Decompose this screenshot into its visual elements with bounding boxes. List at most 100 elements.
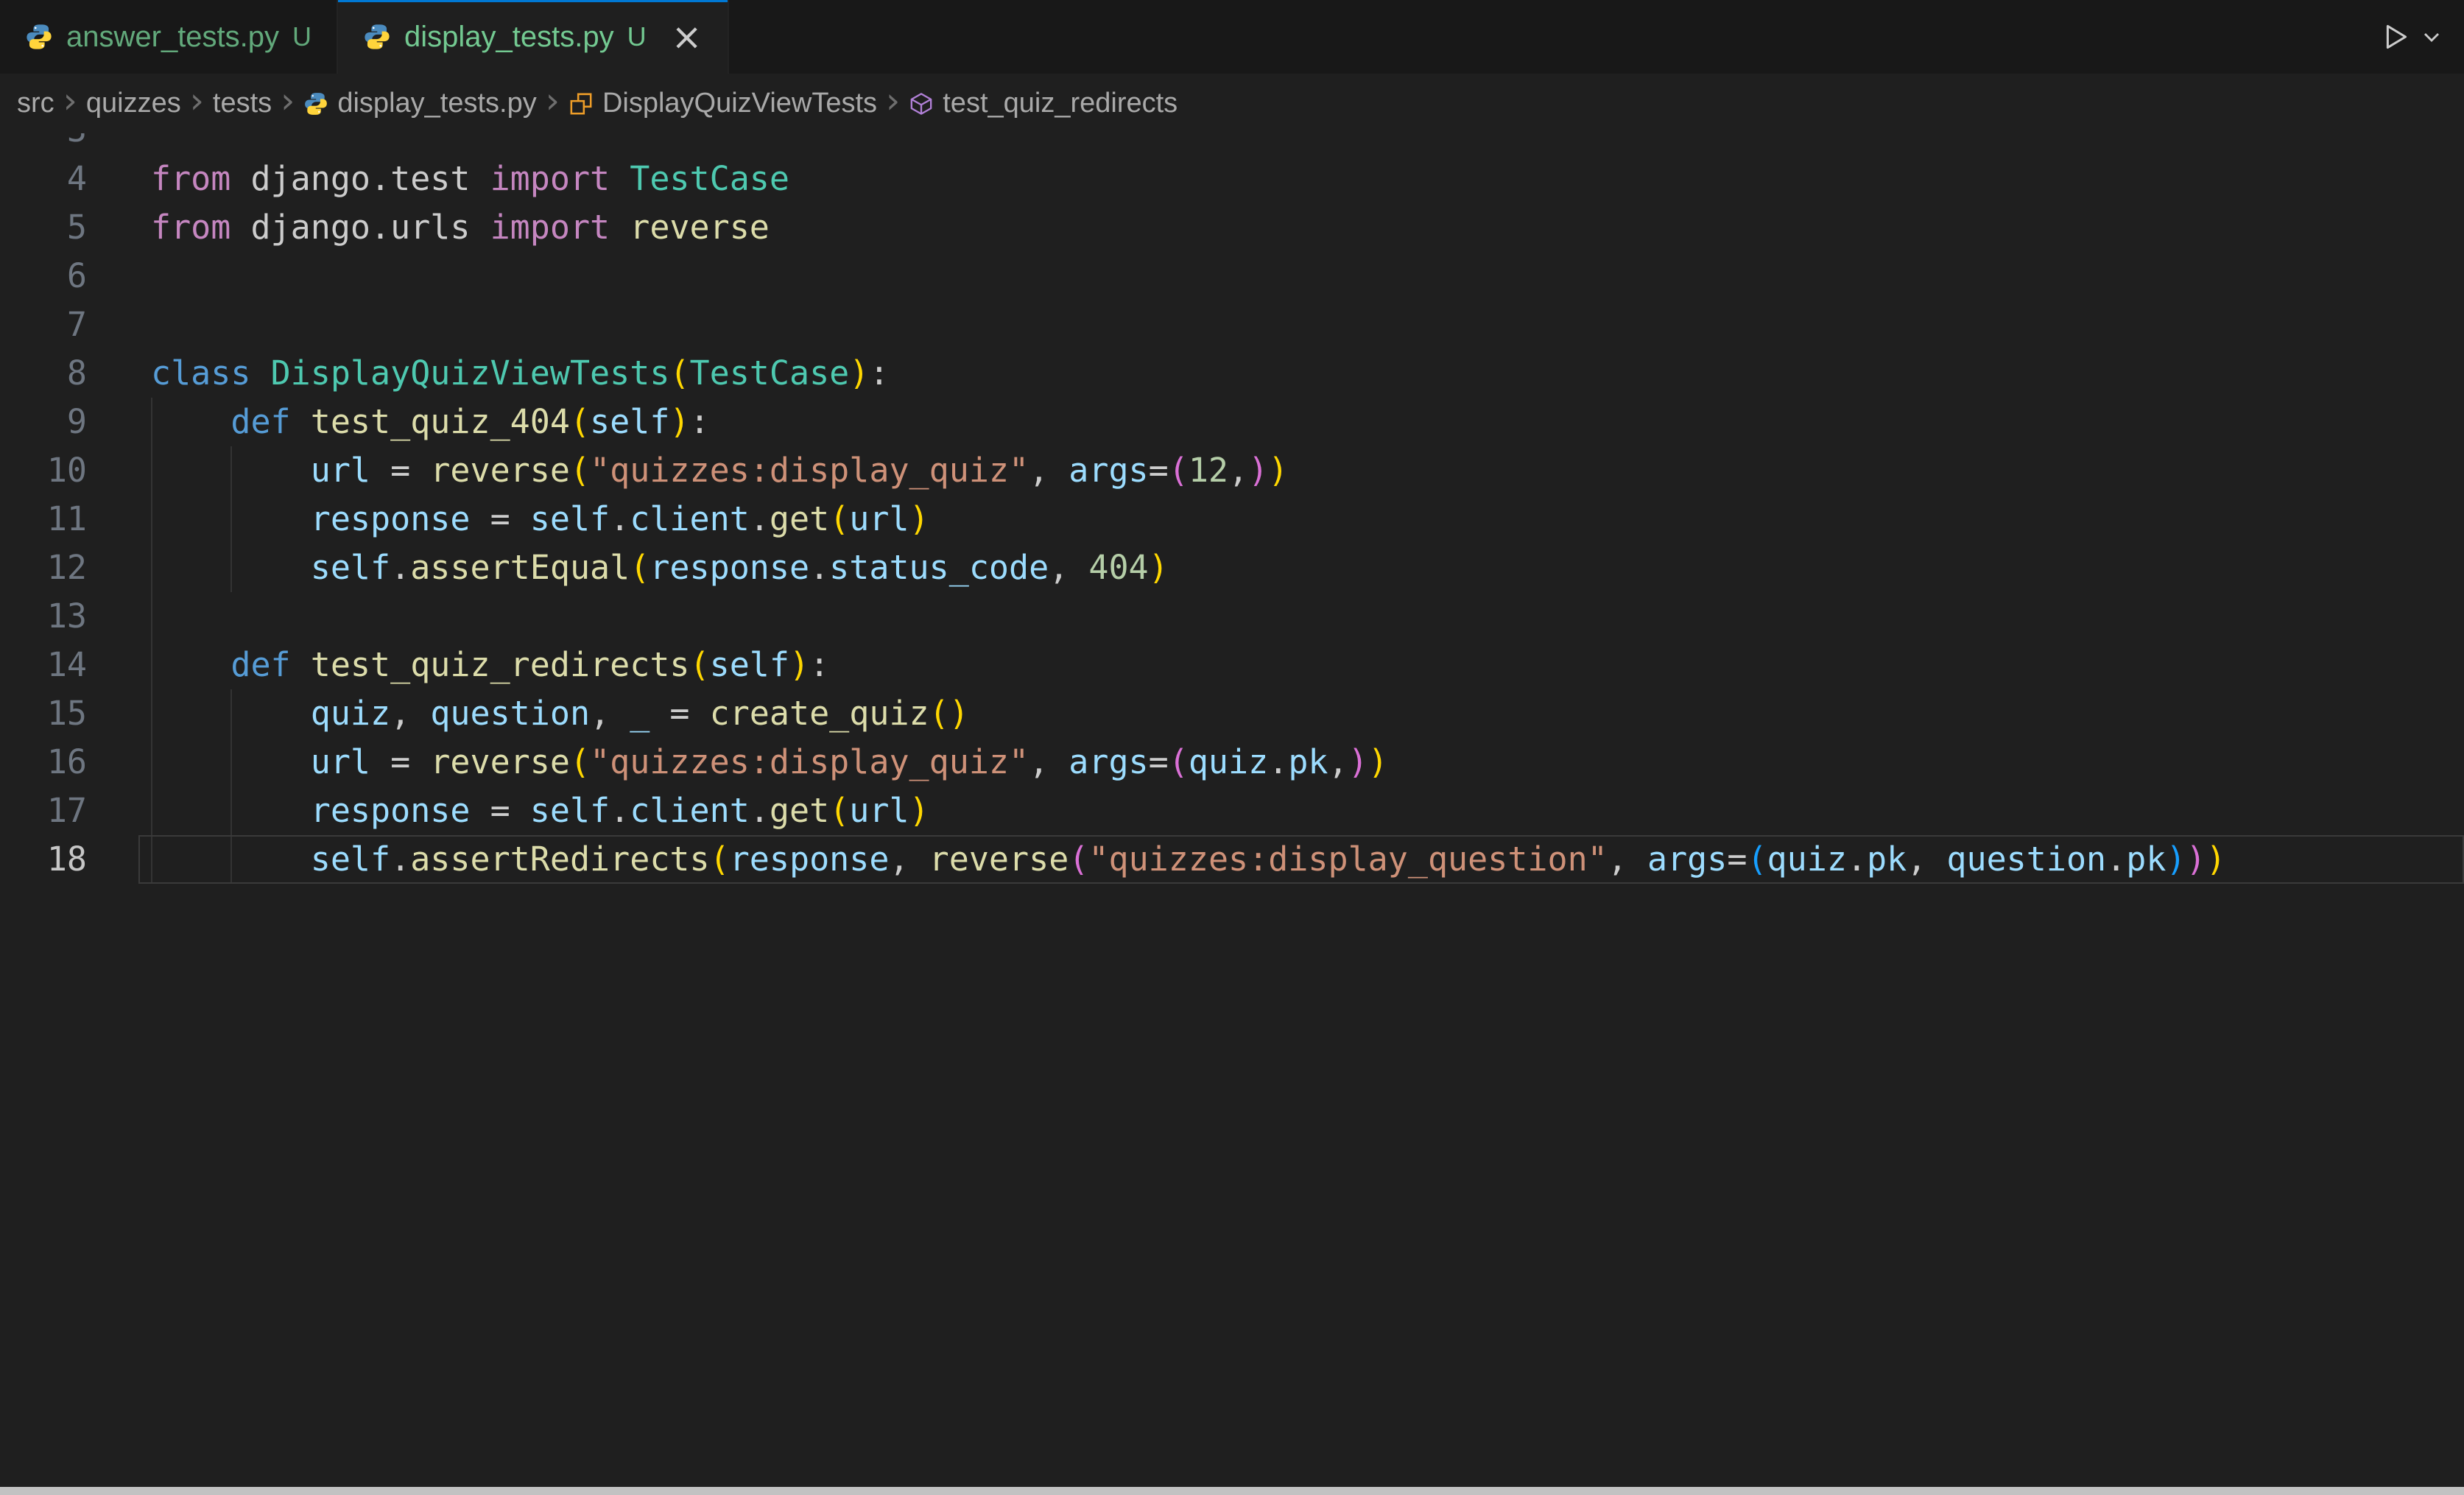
vscode-editor-window: answer_tests.pyUdisplay_tests.pyU× src›q… <box>0 0 2464 1495</box>
code-line-10[interactable]: 10 url = reverse("quizzes:display_quiz",… <box>0 446 2464 495</box>
line-number[interactable]: 8 <box>0 349 138 398</box>
code-line-12[interactable]: 12 self.assertEqual(response.status_code… <box>0 544 2464 592</box>
code-line-9[interactable]: 9 def test_quiz_404(self): <box>0 398 2464 446</box>
git-status-badge: U <box>292 21 311 52</box>
breadcrumb-label: tests <box>213 88 272 119</box>
breadcrumb: src›quizzes›tests›display_tests.py›Displ… <box>0 74 2464 133</box>
python-icon <box>363 23 391 51</box>
code-text: def test_quiz_404(self): <box>138 398 2464 446</box>
line-number[interactable]: 17 <box>0 787 138 835</box>
code-text: response = self.client.get(url) <box>138 787 2464 835</box>
code-line-13[interactable]: 13 <box>0 592 2464 641</box>
chevron-right-icon: › <box>537 83 569 119</box>
indent-guide <box>230 689 232 738</box>
line-number[interactable]: 4 <box>0 155 138 203</box>
indent-guide <box>230 787 232 835</box>
line-number[interactable]: 6 <box>0 252 138 300</box>
chevron-right-icon: › <box>877 83 909 119</box>
code-line-8[interactable]: 8class DisplayQuizViewTests(TestCase): <box>0 349 2464 398</box>
code-text <box>138 252 2464 300</box>
indent-guide <box>151 689 152 738</box>
code-text: quiz, question, _ = create_quiz() <box>138 689 2464 738</box>
code-line-16[interactable]: 16 url = reverse("quizzes:display_quiz",… <box>0 738 2464 787</box>
line-number[interactable]: 13 <box>0 592 138 641</box>
chevron-right-icon: › <box>181 83 213 119</box>
line-number[interactable]: 18 <box>0 835 138 884</box>
line-number[interactable]: 16 <box>0 738 138 787</box>
code-line-18[interactable]: 18 self.assertRedirects(response, revers… <box>0 835 2464 884</box>
code-text: self.assertRedirects(response, reverse("… <box>138 835 2464 884</box>
indent-guide <box>151 398 152 446</box>
code-line-11[interactable]: 11 response = self.client.get(url) <box>0 495 2464 544</box>
code-text: response = self.client.get(url) <box>138 495 2464 544</box>
code-text: url = reverse("quizzes:display_quiz", ar… <box>138 738 2464 787</box>
tab-bar-tabs: answer_tests.py Udisplay_tests.py U × <box>0 0 729 74</box>
code-text <box>138 592 2464 641</box>
line-number[interactable]: 7 <box>0 300 138 349</box>
indent-guide <box>151 738 152 787</box>
code-line-3[interactable]: 3 <box>0 133 2464 155</box>
python-icon <box>303 91 328 116</box>
breadcrumb-label: src <box>17 88 54 119</box>
breadcrumb-label: DisplayQuizViewTests <box>602 88 877 119</box>
line-number[interactable]: 10 <box>0 446 138 495</box>
symbol-class-icon <box>569 91 594 116</box>
code-text <box>138 133 2464 155</box>
code-text: from django.test import TestCase <box>138 155 2464 203</box>
code-line-17[interactable]: 17 response = self.client.get(url) <box>0 787 2464 835</box>
line-number[interactable]: 12 <box>0 544 138 592</box>
code-line-7[interactable]: 7 <box>0 300 2464 349</box>
breadcrumb-item-quizzes[interactable]: quizzes <box>86 88 181 119</box>
breadcrumb-item-DisplayQuizViewTests[interactable]: DisplayQuizViewTests <box>569 88 877 119</box>
indent-guide <box>151 544 152 592</box>
indent-guide <box>151 641 152 689</box>
line-number[interactable]: 14 <box>0 641 138 689</box>
tab-label: answer_tests.py <box>66 21 279 54</box>
git-status-badge: U <box>627 21 647 52</box>
breadcrumb-item-display_tests.py[interactable]: display_tests.py <box>303 88 536 119</box>
code-line-4[interactable]: 4from django.test import TestCase <box>0 155 2464 203</box>
code-line-6[interactable]: 6 <box>0 252 2464 300</box>
tab-bar: answer_tests.py Udisplay_tests.py U × <box>0 0 2464 74</box>
editor-actions <box>2379 0 2443 74</box>
code-line-5[interactable]: 5from django.urls import reverse <box>0 203 2464 252</box>
breadcrumb-item-test_quiz_redirects[interactable]: test_quiz_redirects <box>909 88 1178 119</box>
breadcrumb-label: quizzes <box>86 88 181 119</box>
close-icon[interactable]: × <box>672 18 703 55</box>
indent-guide <box>151 787 152 835</box>
tab-display_tests.py[interactable]: display_tests.py U × <box>338 0 729 74</box>
indent-guide <box>230 495 232 544</box>
indent-guide <box>230 446 232 495</box>
chevron-right-icon: › <box>54 83 86 119</box>
indent-guide <box>151 495 152 544</box>
chevron-right-icon: › <box>272 83 303 119</box>
line-number[interactable]: 3 <box>0 133 138 155</box>
indent-guide <box>151 592 152 641</box>
code-text: def test_quiz_redirects(self): <box>138 641 2464 689</box>
indent-guide <box>230 738 232 787</box>
breadcrumb-item-src[interactable]: src <box>17 88 54 119</box>
bottom-strip <box>0 1487 2464 1495</box>
line-number[interactable]: 11 <box>0 495 138 544</box>
indent-guide <box>230 835 232 884</box>
run-options-dropdown[interactable] <box>2420 25 2443 49</box>
code-text <box>138 300 2464 349</box>
line-number[interactable]: 9 <box>0 398 138 446</box>
line-number[interactable]: 5 <box>0 203 138 252</box>
code-area[interactable]: 34from django.test import TestCase5from … <box>0 133 2464 1487</box>
indent-guide <box>151 446 152 495</box>
breadcrumb-item-tests[interactable]: tests <box>213 88 272 119</box>
tab-answer_tests.py[interactable]: answer_tests.py U <box>0 0 338 74</box>
code-text: class DisplayQuizViewTests(TestCase): <box>138 349 2464 398</box>
chevron-down-icon <box>2420 25 2443 49</box>
breadcrumb-label: test_quiz_redirects <box>943 88 1178 119</box>
code-text: from django.urls import reverse <box>138 203 2464 252</box>
indent-guide <box>230 544 232 592</box>
code-line-14[interactable]: 14 def test_quiz_redirects(self): <box>0 641 2464 689</box>
code-line-15[interactable]: 15 quiz, question, _ = create_quiz() <box>0 689 2464 738</box>
python-icon <box>25 23 53 51</box>
run-python-file-button[interactable] <box>2379 21 2411 53</box>
tab-label: display_tests.py <box>404 21 614 54</box>
indent-guide <box>151 835 152 884</box>
line-number[interactable]: 15 <box>0 689 138 738</box>
